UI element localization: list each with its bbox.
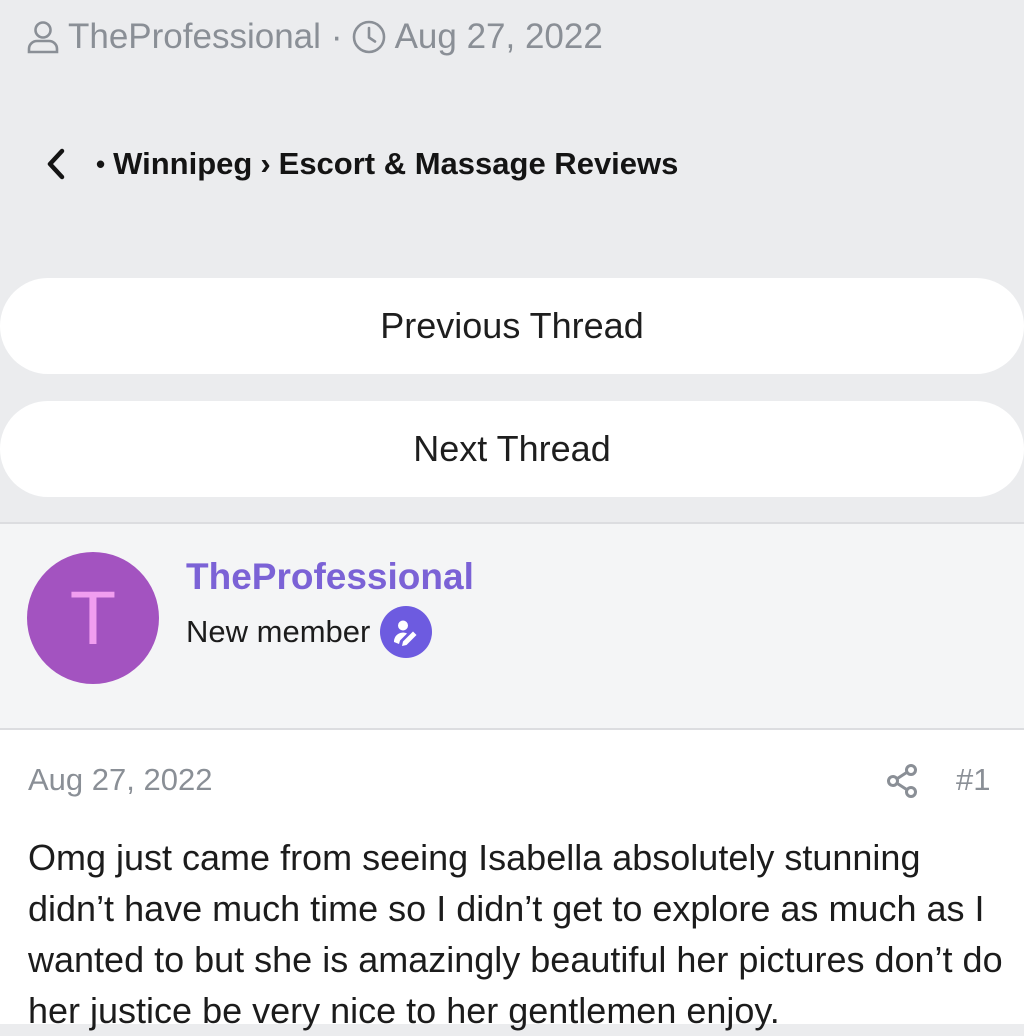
thread-author-link[interactable]: TheProfessional: [68, 17, 321, 57]
post-body: Omg just came from seeing Isabella absol…: [28, 837, 1003, 1031]
post-author-block: T TheProfessional New member: [0, 522, 1024, 730]
share-icon[interactable]: [884, 762, 922, 800]
post-date-link[interactable]: Aug 27, 2022: [28, 762, 212, 798]
user-icon: [26, 19, 60, 55]
author-role: New member: [186, 606, 433, 658]
post-number-link[interactable]: #1: [956, 762, 990, 798]
meta-separator: ·: [330, 17, 343, 56]
user-edit-icon: [380, 606, 433, 658]
breadcrumb-item-reviews[interactable]: Escort & Massage Reviews: [279, 146, 679, 182]
avatar[interactable]: T: [27, 552, 159, 684]
next-thread-button[interactable]: Next Thread: [0, 401, 1024, 497]
member-role-label: New member: [186, 614, 371, 649]
thread-date[interactable]: Aug 27, 2022: [395, 17, 603, 57]
author-name-link[interactable]: TheProfessional: [186, 556, 474, 598]
breadcrumb: • Winnipeg › Escort & Massage Reviews: [44, 140, 678, 188]
previous-thread-button[interactable]: Previous Thread: [0, 278, 1024, 374]
clock-icon: [351, 19, 387, 55]
breadcrumb-separator: ›: [260, 146, 271, 181]
post: Aug 27, 2022 #1 Omg just came from seein…: [0, 730, 1024, 1031]
breadcrumb-bullet: •: [96, 148, 106, 179]
chevron-left-icon[interactable]: [44, 144, 78, 184]
thread-meta: TheProfessional · Aug 27, 2022: [26, 14, 603, 60]
breadcrumb-item-winnipeg[interactable]: Winnipeg: [113, 146, 252, 182]
